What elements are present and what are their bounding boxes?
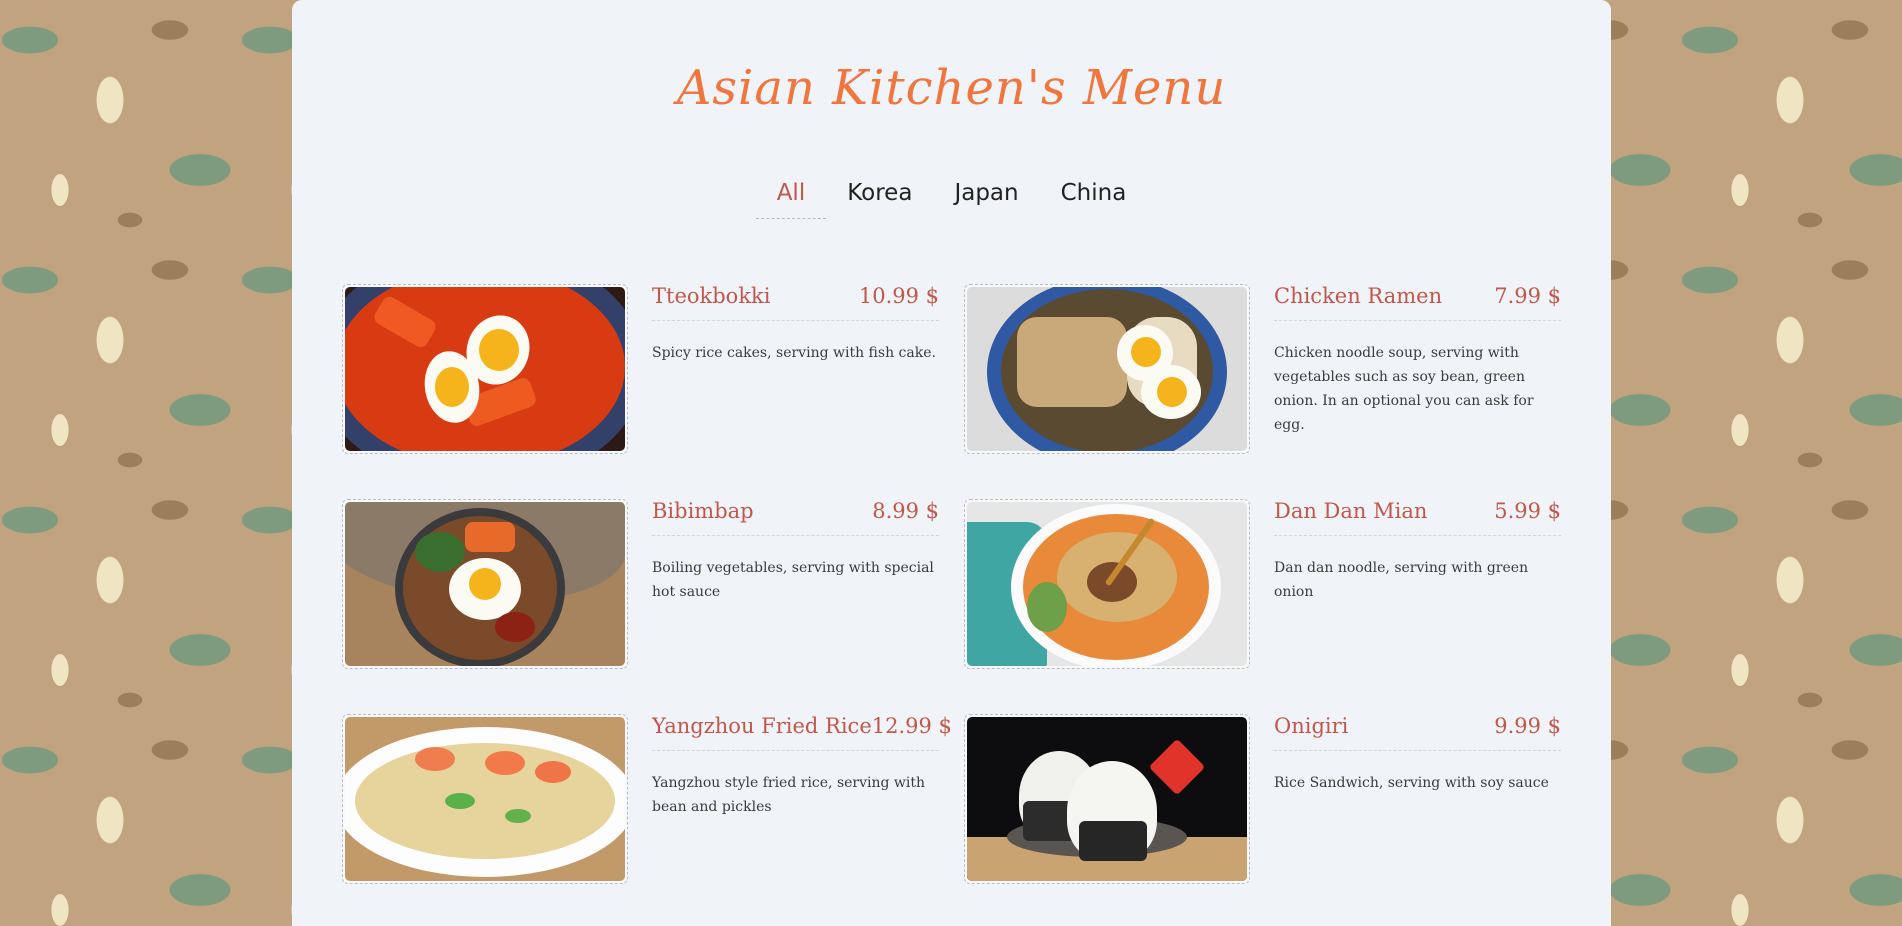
tab-china[interactable]: China <box>1040 176 1148 219</box>
tteokbokki-photo <box>342 284 628 454</box>
item-description: Spicy rice cakes, serving with fish cake… <box>652 345 936 361</box>
menu-item: Tteokbokki 10.99 $ Spicy rice cakes, ser… <box>342 284 962 456</box>
onigiri-photo <box>964 714 1250 884</box>
item-name: Bibimbap <box>652 499 754 523</box>
item-price: 7.99 $ <box>1494 284 1561 308</box>
menu-item: Chicken Ramen 7.99 $ Chicken noodle soup… <box>964 284 1584 456</box>
item-description: Chicken noodle soup, serving with vegeta… <box>1274 345 1534 433</box>
item-name: Tteokbokki <box>652 284 771 308</box>
item-name: Dan Dan Mian <box>1274 499 1428 523</box>
menu-card: Asian Kitchen's Menu All Korea Japan Chi… <box>292 0 1611 926</box>
menu-item: Onigiri 9.99 $ Rice Sandwich, serving wi… <box>964 714 1584 886</box>
item-description: Dan dan noodle, serving with green onion <box>1274 560 1529 600</box>
item-description: Yangzhou style fried rice, serving with … <box>652 775 926 815</box>
item-header: Tteokbokki 10.99 $ <box>652 284 939 321</box>
item-header: Chicken Ramen 7.99 $ <box>1274 284 1561 321</box>
dan-dan-mian-photo <box>964 499 1250 669</box>
item-price: 8.99 $ <box>872 499 939 523</box>
item-price: 9.99 $ <box>1494 714 1561 738</box>
item-price: 5.99 $ <box>1494 499 1561 523</box>
chicken-ramen-photo <box>964 284 1250 454</box>
item-info: Bibimbap 8.99 $ Boiling vegetables, serv… <box>652 499 939 604</box>
item-name: Yangzhou Fried Rice <box>652 714 872 738</box>
tab-all[interactable]: All <box>755 176 827 219</box>
item-info: Chicken Ramen 7.99 $ Chicken noodle soup… <box>1274 284 1561 437</box>
page-title: Asian Kitchen's Menu <box>676 60 1227 116</box>
item-info: Yangzhou Fried Rice 12.99 $ Yangzhou sty… <box>652 714 952 819</box>
yangzhou-fried-rice-photo <box>342 714 628 884</box>
bibimbap-photo <box>342 499 628 669</box>
tab-korea[interactable]: Korea <box>826 176 933 219</box>
menu-item: Dan Dan Mian 5.99 $ Dan dan noodle, serv… <box>964 499 1584 671</box>
item-header: Bibimbap 8.99 $ <box>652 499 939 536</box>
item-price: 10.99 $ <box>858 284 939 308</box>
item-price: 12.99 $ <box>871 714 952 738</box>
item-description: Boiling vegetables, serving with special… <box>652 560 934 600</box>
item-info: Dan Dan Mian 5.99 $ Dan dan noodle, serv… <box>1274 499 1561 604</box>
category-tabs: All Korea Japan China <box>292 176 1611 219</box>
menu-item: Bibimbap 8.99 $ Boiling vegetables, serv… <box>342 499 962 671</box>
item-info: Tteokbokki 10.99 $ Spicy rice cakes, ser… <box>652 284 939 365</box>
item-name: Onigiri <box>1274 714 1349 738</box>
item-header: Onigiri 9.99 $ <box>1274 714 1561 751</box>
item-description: Rice Sandwich, serving with soy sauce <box>1274 775 1549 791</box>
item-info: Onigiri 9.99 $ Rice Sandwich, serving wi… <box>1274 714 1561 795</box>
menu-item: Yangzhou Fried Rice 12.99 $ Yangzhou sty… <box>342 714 962 886</box>
tab-japan[interactable]: Japan <box>933 176 1039 219</box>
item-header: Dan Dan Mian 5.99 $ <box>1274 499 1561 536</box>
item-header: Yangzhou Fried Rice 12.99 $ <box>652 714 952 751</box>
item-name: Chicken Ramen <box>1274 284 1443 308</box>
